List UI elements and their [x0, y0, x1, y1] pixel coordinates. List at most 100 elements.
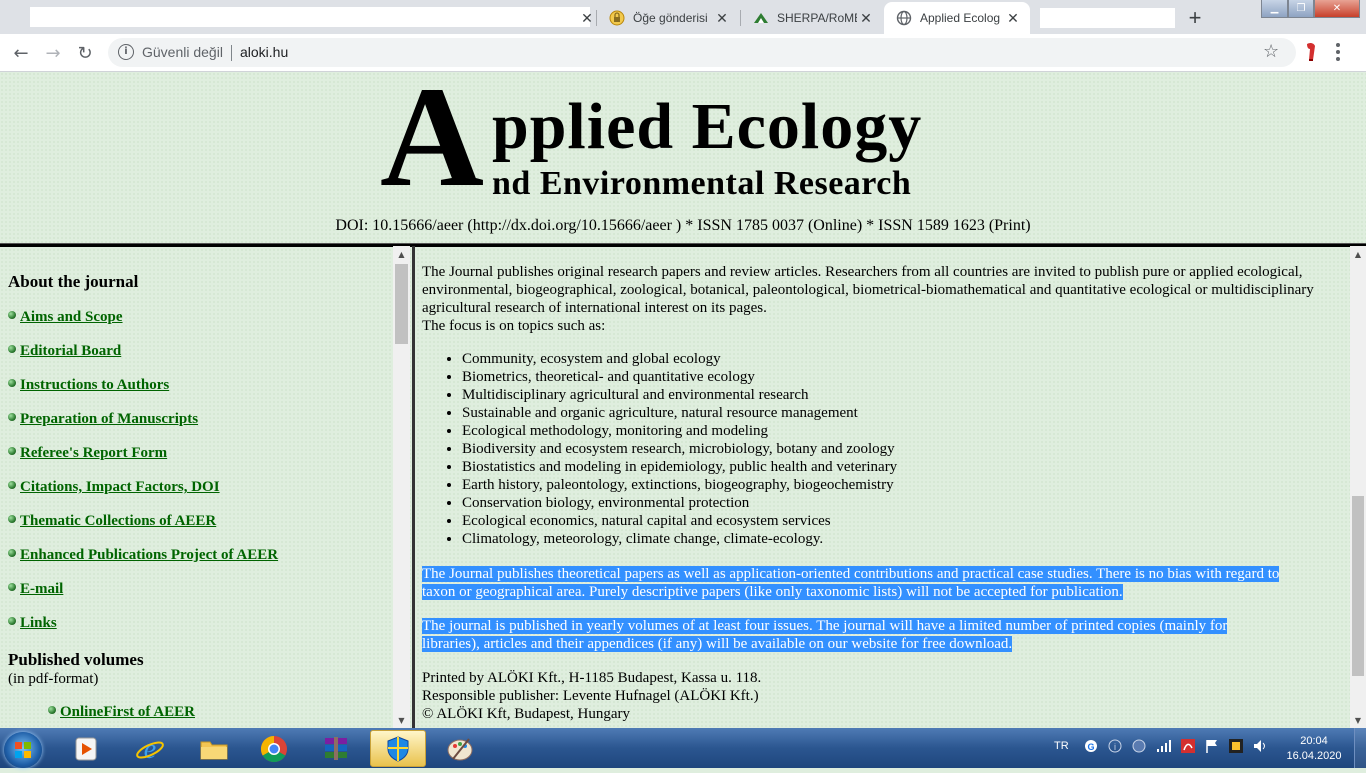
tray-app-icon[interactable] [1228, 738, 1244, 757]
svg-text:e: e [144, 734, 156, 764]
file-explorer-button[interactable] [186, 730, 242, 767]
link-label: E-mail [20, 581, 64, 597]
reload-button[interactable]: ↻ [72, 40, 98, 66]
scroll-down-icon[interactable]: ▼ [393, 716, 410, 725]
winrar-button[interactable] [308, 730, 364, 767]
sidebar-link-preparation[interactable]: Preparation of Manuscripts [8, 411, 198, 428]
topic-item: Sustainable and organic agriculture, nat… [462, 404, 1322, 422]
tab-applied-ecology[interactable]: Applied Ecolog ✕ [884, 2, 1030, 34]
about-heading: About the journal [8, 272, 139, 291]
topic-item: Multidisciplinary agricultural and envir… [462, 386, 1322, 404]
sidebar-link-citations[interactable]: Citations, Impact Factors, DOI [8, 479, 220, 496]
sidebar-scrollbar[interactable]: ▲ ▼ [393, 246, 410, 728]
focus-label: The focus is on topics such as: [422, 318, 606, 334]
start-button[interactable] [4, 732, 42, 768]
globe-icon [896, 10, 912, 26]
extension-icon[interactable] [1300, 41, 1322, 63]
sidebar-link-enhanced[interactable]: Enhanced Publications Project of AEER [8, 547, 278, 564]
web-page: A pplied Ecology nd Environmental Resear… [0, 58, 1366, 728]
url-text[interactable]: aloki.hu [240, 44, 288, 60]
main-scrollbar[interactable]: ▲ ▼ [1350, 246, 1366, 728]
topic-item: Community, ecosystem and global ecology [462, 350, 1322, 368]
media-player-button[interactable] [58, 730, 114, 767]
selected-text: libraries), articles and their appendice… [422, 636, 1013, 652]
security-center-button[interactable] [370, 730, 426, 767]
scroll-down-icon[interactable]: ▼ [1350, 716, 1366, 725]
tray-g-icon[interactable]: G [1084, 739, 1098, 756]
winrar-icon [325, 736, 347, 760]
sidebar-link-aims-scope[interactable]: Aims and Scope [8, 309, 123, 326]
sidebar-link-instructions[interactable]: Instructions to Authors [8, 377, 169, 394]
tab-close-icon[interactable]: ✕ [578, 9, 596, 27]
topics-list: Community, ecosystem and global ecology … [462, 350, 1322, 548]
pdf-tray-icon[interactable] [1180, 738, 1196, 757]
browser-menu-icon[interactable] [1336, 43, 1340, 61]
printed-by-text: Printed by ALÖKI Kft., H-1185 Budapest, … [422, 670, 762, 686]
link-label: OnlineFirst of AEER [60, 704, 196, 720]
windows-logo-icon [15, 742, 31, 758]
logo-letter-a: A [380, 58, 484, 217]
bookmark-star-icon[interactable]: ☆ [1263, 41, 1279, 62]
tray-clock-icon[interactable] [1132, 739, 1146, 756]
volumes-heading: Published volumes [8, 650, 144, 669]
sidebar-scroll-thumb[interactable] [395, 264, 408, 344]
info-icon[interactable]: i [118, 44, 134, 60]
selected-text: The Journal publishes theoretical papers… [422, 566, 1280, 582]
volume-link-onlinefirst[interactable]: OnlineFirst of AEER [48, 704, 195, 721]
clock-time: 20:04 [1300, 735, 1328, 747]
sidebar-link-email[interactable]: E-mail [8, 581, 63, 598]
tab-redacted-1[interactable]: ✕ [8, 2, 593, 34]
link-label: Links [20, 615, 57, 631]
link-label: Aims and Scope [20, 309, 123, 325]
address-bar[interactable]: i Güvenli değil aloki.hu ☆ [108, 38, 1296, 67]
volume-icon[interactable] [1252, 738, 1268, 757]
logo-title-line1: pplied Ecology [492, 90, 923, 163]
sherpa-icon [753, 10, 769, 26]
topic-item: Ecological methodology, monitoring and m… [462, 422, 1322, 440]
close-window-button[interactable]: ✕ [1314, 0, 1360, 18]
bullet-icon [8, 480, 16, 489]
tab-close-icon[interactable]: ✕ [713, 9, 731, 27]
selected-text: The journal is published in yearly volum… [422, 618, 1228, 634]
new-tab-button[interactable]: + [1182, 5, 1208, 31]
flag-icon[interactable] [1204, 738, 1220, 757]
sidebar-link-links[interactable]: Links [8, 615, 57, 632]
imprint-paragraph: Printed by ALÖKI Kft., H-1185 Budapest, … [422, 669, 1344, 723]
main-scroll-thumb[interactable] [1352, 496, 1364, 676]
chrome-button[interactable] [246, 730, 302, 767]
tab-oge-gonderisi[interactable]: Öğe gönderisi ✕ [597, 2, 739, 34]
tab-close-icon[interactable]: ✕ [857, 9, 875, 27]
journal-header: A pplied Ecology nd Environmental Resear… [0, 58, 1366, 244]
shield-icon [387, 735, 409, 762]
browser-toolbar: ← → ↻ i Güvenli değil aloki.hu ☆ [0, 34, 1366, 72]
tray-info-icon[interactable]: i [1108, 739, 1122, 756]
scroll-up-icon[interactable]: ▲ [393, 250, 410, 259]
tab-close-icon[interactable]: ✕ [1004, 9, 1022, 27]
security-label: Güvenli değil [142, 44, 223, 60]
sidebar-link-editorial-board[interactable]: Editorial Board [8, 343, 121, 360]
bullet-icon [8, 344, 16, 353]
sidebar-link-thematic[interactable]: Thematic Collections of AEER [8, 513, 216, 530]
tab-sherpa-romeo[interactable]: SHERPA/RoMEO ✕ [741, 2, 883, 34]
language-indicator[interactable]: TR [1054, 740, 1069, 752]
internet-explorer-button[interactable]: e [122, 730, 178, 767]
system-clock[interactable]: 20:04 16.04.2020 [1284, 734, 1344, 764]
media-player-icon [75, 737, 97, 760]
bullet-icon [8, 548, 16, 557]
doi-line: DOI: 10.15666/aeer (http://dx.doi.org/10… [335, 217, 1031, 234]
bullet-icon [8, 310, 16, 319]
network-signal-icon[interactable] [1156, 739, 1172, 756]
forward-button[interactable]: → [40, 40, 66, 66]
minimize-button[interactable]: ▁ [1261, 0, 1288, 18]
maximize-button[interactable]: ❐ [1288, 0, 1314, 18]
paint-button[interactable] [432, 730, 488, 767]
back-button[interactable]: ← [8, 40, 34, 66]
bullet-icon [48, 705, 56, 714]
publisher-text: Responsible publisher: Levente Hufnagel … [422, 688, 759, 704]
link-label: Referee's Report Form [20, 445, 168, 461]
scroll-up-icon[interactable]: ▲ [1350, 250, 1366, 259]
bullet-icon [8, 514, 16, 523]
tab-redacted-2[interactable] [1032, 2, 1178, 34]
sidebar-link-referee-form[interactable]: Referee's Report Form [8, 445, 167, 462]
show-desktop-button[interactable] [1354, 728, 1366, 768]
